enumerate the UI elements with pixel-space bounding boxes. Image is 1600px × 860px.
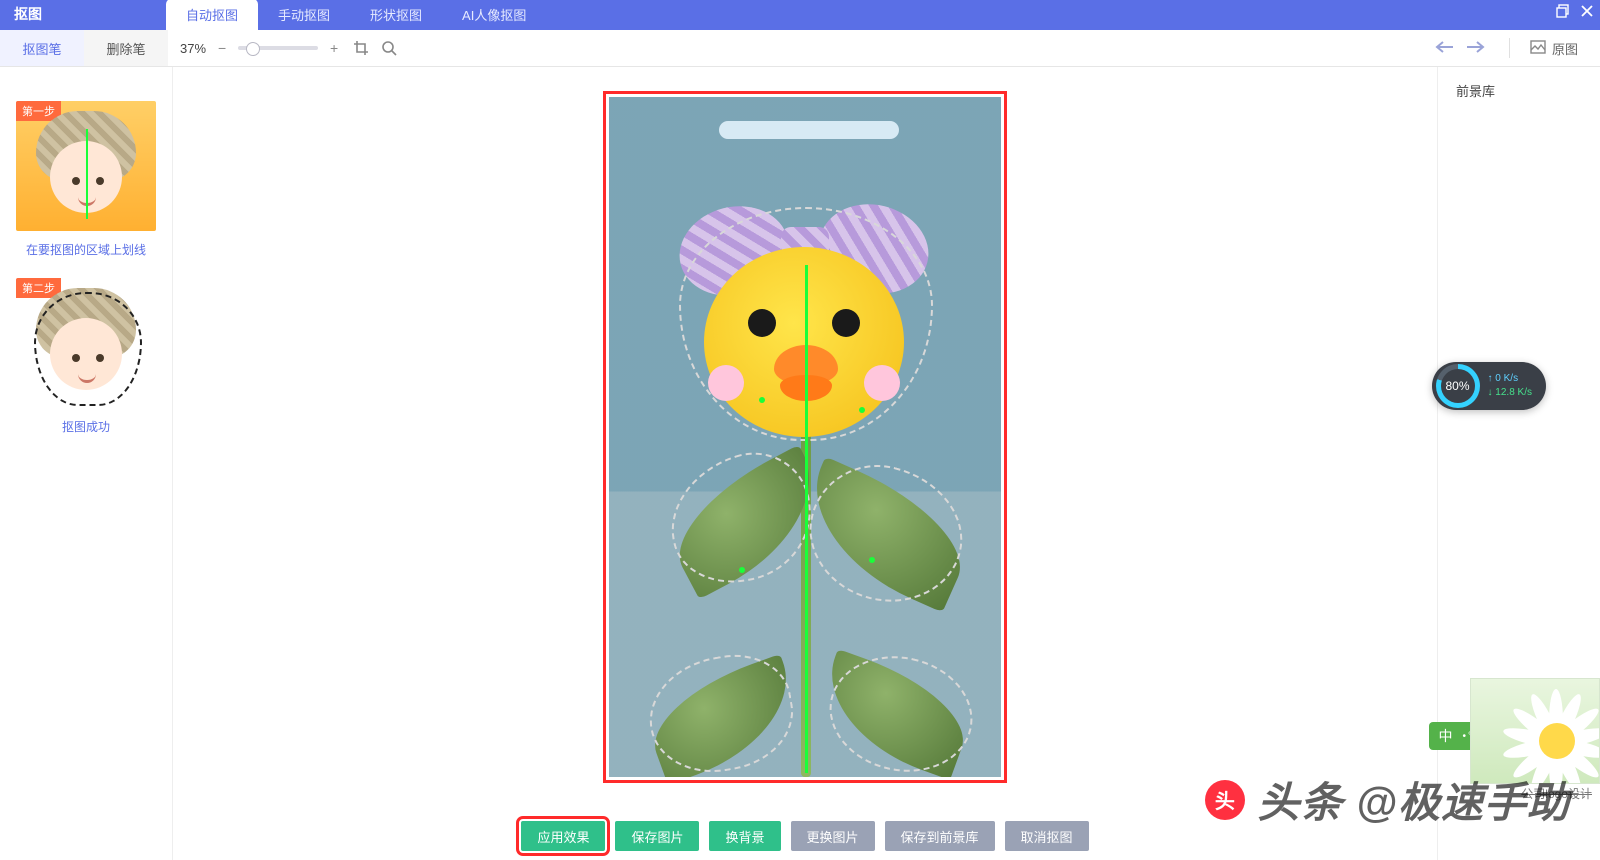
magnifier-icon[interactable] xyxy=(380,39,398,57)
step-1-card[interactable]: 第一步 在要抠图的区域上划线 xyxy=(16,101,156,258)
top-tabs: 自动抠图 手动抠图 形状抠图 AI人像抠图 xyxy=(166,0,546,30)
save-to-foreground-button[interactable]: 保存到前景库 xyxy=(885,821,995,851)
app-title: 抠图 xyxy=(0,4,56,30)
zoom-controls: 37% − + xyxy=(180,40,342,56)
zoom-percent: 37% xyxy=(180,41,206,56)
toolbar: 抠图笔 删除笔 37% − + 原图 xyxy=(0,30,1600,67)
step-2-caption: 抠图成功 xyxy=(16,418,156,435)
net-stats: ↑ 0 K/s ↓ 12.8 K/s xyxy=(1488,372,1532,400)
foreground-library-title: 前景库 xyxy=(1438,67,1600,114)
crop-icon[interactable] xyxy=(352,39,370,57)
undo-icon[interactable] xyxy=(1435,40,1453,57)
keep-stroke xyxy=(859,407,865,413)
ceiling-light-shape xyxy=(719,121,899,139)
step-1-thumb: 第一步 xyxy=(16,101,156,231)
erase-brush-tab[interactable]: 删除笔 xyxy=(84,30,168,66)
zoom-slider[interactable] xyxy=(238,46,318,50)
keep-stroke xyxy=(805,265,808,773)
steps-panel: 第一步 在要抠图的区域上划线 第二步 抠图成功 xyxy=(0,67,173,860)
apply-effect-button[interactable]: 应用效果 xyxy=(521,821,605,851)
tab-shape-cutout[interactable]: 形状抠图 xyxy=(350,0,442,30)
step-2-thumb: 第二步 xyxy=(16,278,156,408)
net-down: 12.8 K/s xyxy=(1495,387,1532,398)
close-icon[interactable] xyxy=(1580,4,1594,22)
action-bar: 应用效果 保存图片 换背景 更换图片 保存到前景库 取消抠图 xyxy=(173,821,1437,851)
canvas-highlight-frame xyxy=(603,91,1007,783)
change-background-button[interactable]: 换背景 xyxy=(709,821,780,851)
step-2-card[interactable]: 第二步 抠图成功 xyxy=(16,278,156,435)
zoom-in-button[interactable]: + xyxy=(326,40,342,56)
tab-ai-portrait[interactable]: AI人像抠图 xyxy=(442,0,546,30)
cpu-ring-icon: 80% xyxy=(1436,364,1480,408)
corner-promo-label: 公司logo设计 xyxy=(1521,785,1592,802)
keep-brush-tab[interactable]: 抠图笔 xyxy=(0,30,84,66)
performance-widget[interactable]: 80% ↑ 0 K/s ↓ 12.8 K/s xyxy=(1432,362,1546,410)
step-1-caption: 在要抠图的区域上划线 xyxy=(16,241,156,258)
save-image-button[interactable]: 保存图片 xyxy=(615,821,699,851)
toolbar-divider xyxy=(1509,38,1510,58)
window-controls xyxy=(1556,4,1594,22)
image-icon xyxy=(1530,40,1546,57)
tab-manual-cutout[interactable]: 手动抠图 xyxy=(258,0,350,30)
cancel-cutout-button[interactable]: 取消抠图 xyxy=(1005,821,1089,851)
brush-tabs: 抠图笔 删除笔 xyxy=(0,30,168,66)
original-image-label: 原图 xyxy=(1552,39,1578,58)
corner-promo[interactable] xyxy=(1470,678,1600,784)
daisy-icon xyxy=(1501,685,1600,784)
canvas-area: 应用效果 保存图片 换背景 更换图片 保存到前景库 取消抠图 xyxy=(173,67,1437,860)
canvas[interactable] xyxy=(609,97,1001,777)
zoom-out-button[interactable]: − xyxy=(214,40,230,56)
cpu-percent: 80% xyxy=(1441,369,1475,403)
keep-stroke xyxy=(739,567,745,573)
ime-label: 中 xyxy=(1439,726,1453,746)
replace-image-button[interactable]: 更换图片 xyxy=(791,821,875,851)
keep-stroke xyxy=(759,397,765,403)
original-image-button[interactable]: 原图 xyxy=(1530,39,1578,58)
keep-stroke xyxy=(869,557,875,563)
tab-auto-cutout[interactable]: 自动抠图 xyxy=(166,0,258,30)
restore-icon[interactable] xyxy=(1556,4,1570,22)
net-up: 0 K/s xyxy=(1495,373,1518,384)
main: 第一步 在要抠图的区域上划线 第二步 抠图成功 xyxy=(0,67,1600,860)
titlebar: 抠图 自动抠图 手动抠图 形状抠图 AI人像抠图 xyxy=(0,0,1600,30)
redo-icon[interactable] xyxy=(1467,40,1485,57)
history-nav xyxy=(1435,40,1485,57)
